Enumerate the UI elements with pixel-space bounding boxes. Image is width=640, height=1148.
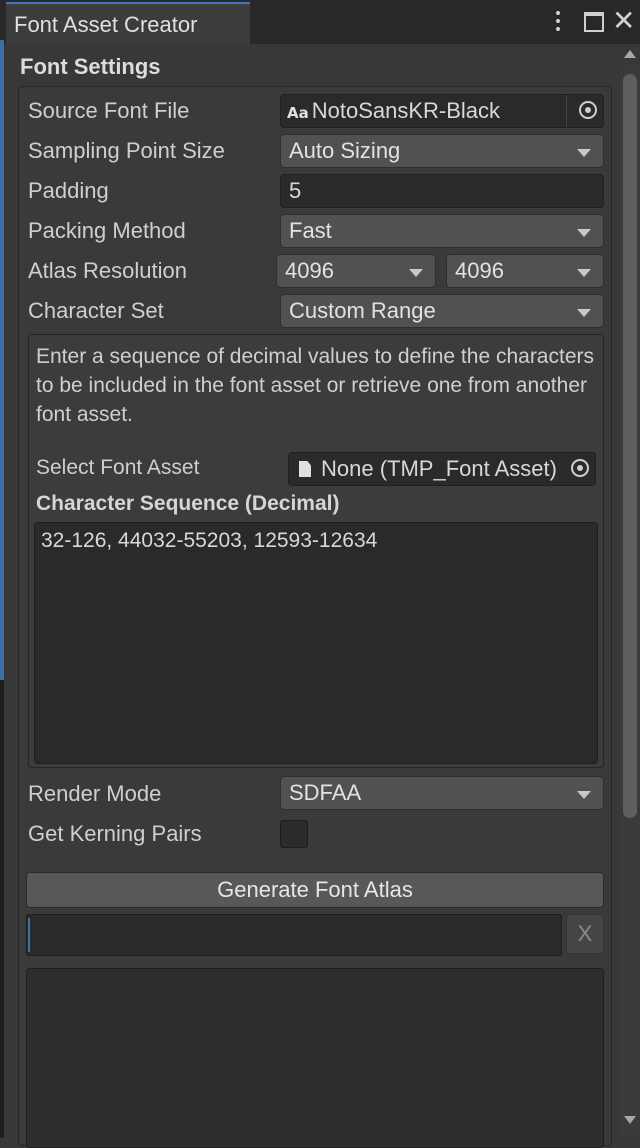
scroll-up-arrow-icon[interactable] <box>624 50 636 58</box>
select-font-asset-value: None (TMP_Font Asset) <box>321 456 557 481</box>
source-font-file-value: NotoSansKR-Black <box>311 98 501 123</box>
generation-progress-bar <box>26 914 562 956</box>
font-file-icon: Aa <box>287 104 309 122</box>
character-set-label: Character Set <box>28 298 164 323</box>
get-kerning-pairs-checkbox[interactable] <box>280 820 308 848</box>
get-kerning-pairs-label: Get Kerning Pairs <box>28 821 202 846</box>
character-set-dropdown[interactable]: Custom Range <box>280 294 604 328</box>
cancel-generation-button[interactable]: X <box>566 914 604 954</box>
render-mode-dropdown[interactable]: SDFAA <box>280 776 604 810</box>
padding-value: 5 <box>289 178 302 203</box>
render-mode-value: SDFAA <box>289 780 362 805</box>
dropdown-caret-icon <box>577 229 591 237</box>
progress-fill <box>28 918 30 952</box>
sampling-point-size-label: Sampling Point Size <box>28 138 225 163</box>
select-font-asset-label: Select Font Asset <box>36 456 200 479</box>
menu-dots-icon[interactable] <box>548 8 568 36</box>
dropdown-caret-icon <box>577 269 591 277</box>
dropdown-caret-icon <box>409 269 423 277</box>
document-icon <box>299 461 311 477</box>
maximize-icon[interactable] <box>584 12 604 32</box>
source-font-file-label: Source Font File <box>28 98 190 123</box>
render-mode-label: Render Mode <box>28 781 162 806</box>
source-font-file-field[interactable]: Aa NotoSansKR-Black <box>280 94 604 128</box>
sampling-point-size-value: Auto Sizing <box>289 138 401 163</box>
packing-method-value: Fast <box>289 218 332 243</box>
character-sequence-textarea[interactable]: 32-126, 44032-55203, 12593-12634 <box>34 522 598 764</box>
packing-method-dropdown[interactable]: Fast <box>280 214 604 248</box>
packing-method-label: Packing Method <box>28 218 186 243</box>
padding-label: Padding <box>28 178 109 203</box>
generate-font-atlas-label: Generate Font Atlas <box>217 877 413 902</box>
scroll-down-arrow-icon[interactable] <box>624 1116 636 1124</box>
dropdown-caret-icon <box>577 791 591 799</box>
close-icon[interactable]: ✕ <box>612 4 635 38</box>
object-picker-icon[interactable] <box>579 101 597 119</box>
dropdown-caret-icon <box>577 149 591 157</box>
dropdown-caret-icon <box>577 309 591 317</box>
scrollbar-thumb[interactable] <box>623 74 637 818</box>
select-font-asset-field[interactable]: None (TMP_Font Asset) <box>288 452 596 486</box>
character-set-value: Custom Range <box>289 298 436 323</box>
window-tab-title: Font Asset Creator <box>14 12 198 37</box>
atlas-resolution-label: Atlas Resolution <box>28 258 187 283</box>
padding-input[interactable]: 5 <box>280 174 604 208</box>
generate-font-atlas-button[interactable]: Generate Font Atlas <box>26 872 604 908</box>
sampling-point-size-dropdown[interactable]: Auto Sizing <box>280 134 604 168</box>
section-title: Font Settings <box>20 54 161 79</box>
atlas-width-value: 4096 <box>285 258 334 283</box>
atlas-width-dropdown[interactable]: 4096 <box>276 254 436 288</box>
left-edge-highlight <box>0 40 4 680</box>
object-picker-icon[interactable] <box>571 459 589 477</box>
window-tab[interactable]: Font Asset Creator <box>6 2 250 44</box>
cancel-generation-label: X <box>577 921 593 946</box>
character-sequence-label: Character Sequence (Decimal) <box>36 492 340 515</box>
atlas-height-dropdown[interactable]: 4096 <box>446 254 604 288</box>
output-preview-box <box>26 968 604 1148</box>
character-sequence-value: 32-126, 44032-55203, 12593-12634 <box>41 529 378 552</box>
atlas-height-value: 4096 <box>455 258 504 283</box>
custom-range-help-text: Enter a sequence of decimal values to de… <box>36 345 594 426</box>
